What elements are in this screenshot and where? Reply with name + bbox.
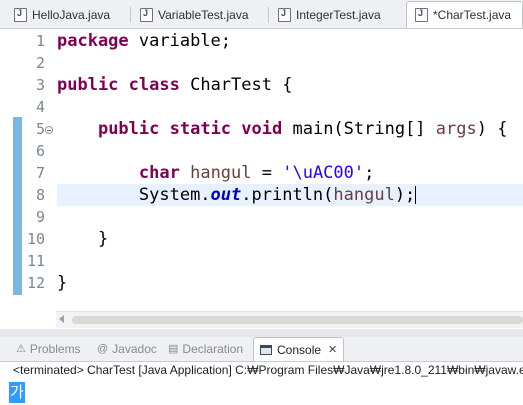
line-number: 11 [26, 252, 45, 270]
warning-icon: ⚠ [16, 343, 26, 355]
tab-label: Console [277, 342, 322, 357]
code-text: .println( [241, 185, 334, 205]
tab-chartest[interactable]: *CharTest.java [406, 1, 523, 28]
char-literal: '\uAC00' [282, 163, 365, 183]
close-icon[interactable]: ✕ [328, 343, 337, 356]
code-editor[interactable]: 1 2 3 4 5 6 7 8 9 10 11 12 package varia… [0, 29, 523, 333]
console-status-line: <terminated> CharTest [Java Application]… [13, 363, 523, 377]
scroll-left-icon[interactable] [59, 315, 64, 323]
tab-label: Javadoc [112, 342, 157, 356]
code-line-12[interactable]: } [57, 272, 67, 294]
code-text: main(String[] [282, 119, 436, 139]
console-icon [260, 344, 272, 355]
line-number: 5 [35, 120, 45, 138]
tab-console[interactable]: Console ✕ [253, 337, 345, 361]
keyword: public [97, 119, 160, 139]
line-number: 3 [35, 76, 45, 94]
tab-label: *CharTest.java [433, 8, 512, 22]
tab-label: Declaration [182, 342, 244, 356]
line-number: 2 [35, 54, 45, 72]
tab-problems[interactable]: ⚠ Problems [16, 337, 81, 361]
console-view[interactable]: <terminated> CharTest [Java Application]… [0, 362, 523, 405]
variable-name: hangul [190, 163, 252, 183]
console-output-selected[interactable]: 가 [9, 382, 25, 403]
keyword: package [57, 31, 129, 51]
line-number: 4 [35, 98, 45, 116]
keyword: public [57, 75, 119, 95]
line-number: 10 [26, 230, 45, 248]
keyword: char [138, 163, 180, 183]
code-line-8[interactable]: System.out.println(hangul); [57, 184, 417, 206]
tab-variabletest[interactable]: VariableTest.java [140, 3, 249, 27]
panel-tab-bar: ⚠ Problems @ Javadoc ▤ Declaration Conso… [0, 337, 523, 362]
tab-label: HelloJava.java [32, 8, 111, 22]
java-file-icon [14, 8, 27, 22]
line-number: 8 [35, 186, 45, 204]
tab-label: Problems [29, 342, 81, 356]
editor-tab-bar: HelloJava.java VariableTest.java Integer… [0, 0, 523, 29]
line-number: 1 [35, 32, 45, 50]
keyword: class [128, 75, 180, 95]
tab-separator [268, 7, 269, 23]
java-file-icon [415, 8, 428, 22]
code-line-3[interactable]: public class CharTest { [57, 74, 292, 96]
collapse-icon[interactable] [45, 126, 53, 134]
tab-declaration[interactable]: ▤ Declaration [168, 337, 243, 361]
tab-integertest[interactable]: IntegerTest.java [278, 3, 381, 27]
java-file-icon [140, 8, 153, 22]
line-number: 7 [35, 164, 45, 182]
line-number: 12 [26, 274, 45, 292]
code-text: variable; [128, 31, 232, 51]
code-line-1[interactable]: package variable; [57, 30, 231, 52]
code-text: = [251, 163, 283, 183]
line-number: 9 [35, 208, 45, 226]
tab-javadoc[interactable]: @ Javadoc [97, 337, 157, 361]
keyword: static [169, 119, 232, 139]
at-sign-icon: @ [97, 343, 109, 355]
code-text: ; [364, 163, 375, 183]
parameter-name: args [435, 119, 477, 139]
static-field: out [210, 185, 242, 205]
declaration-icon: ▤ [168, 343, 179, 355]
code-line-10[interactable]: } [57, 228, 108, 250]
panel-sash[interactable] [0, 329, 523, 337]
keyword: void [241, 119, 283, 139]
text-caret [415, 186, 417, 204]
tab-separator [130, 7, 131, 23]
line-number: 6 [35, 142, 45, 160]
tab-hellojava[interactable]: HelloJava.java [14, 3, 110, 27]
tab-label: VariableTest.java [158, 8, 249, 22]
code-line-5[interactable]: public static void main(String[] args) { [57, 118, 508, 140]
code-line-7[interactable]: char hangul = '\uAC00'; [57, 162, 374, 184]
horizontal-scrollbar[interactable] [56, 311, 523, 328]
java-file-icon [278, 8, 291, 22]
tab-label: IntegerTest.java [296, 8, 381, 22]
code-text: ) { [476, 119, 508, 139]
code-text: System. [138, 185, 211, 205]
code-text: CharTest { [179, 75, 293, 95]
scrollbar-thumb[interactable] [72, 316, 523, 324]
code-text: ); [394, 185, 416, 205]
variable-name: hangul [333, 185, 395, 205]
